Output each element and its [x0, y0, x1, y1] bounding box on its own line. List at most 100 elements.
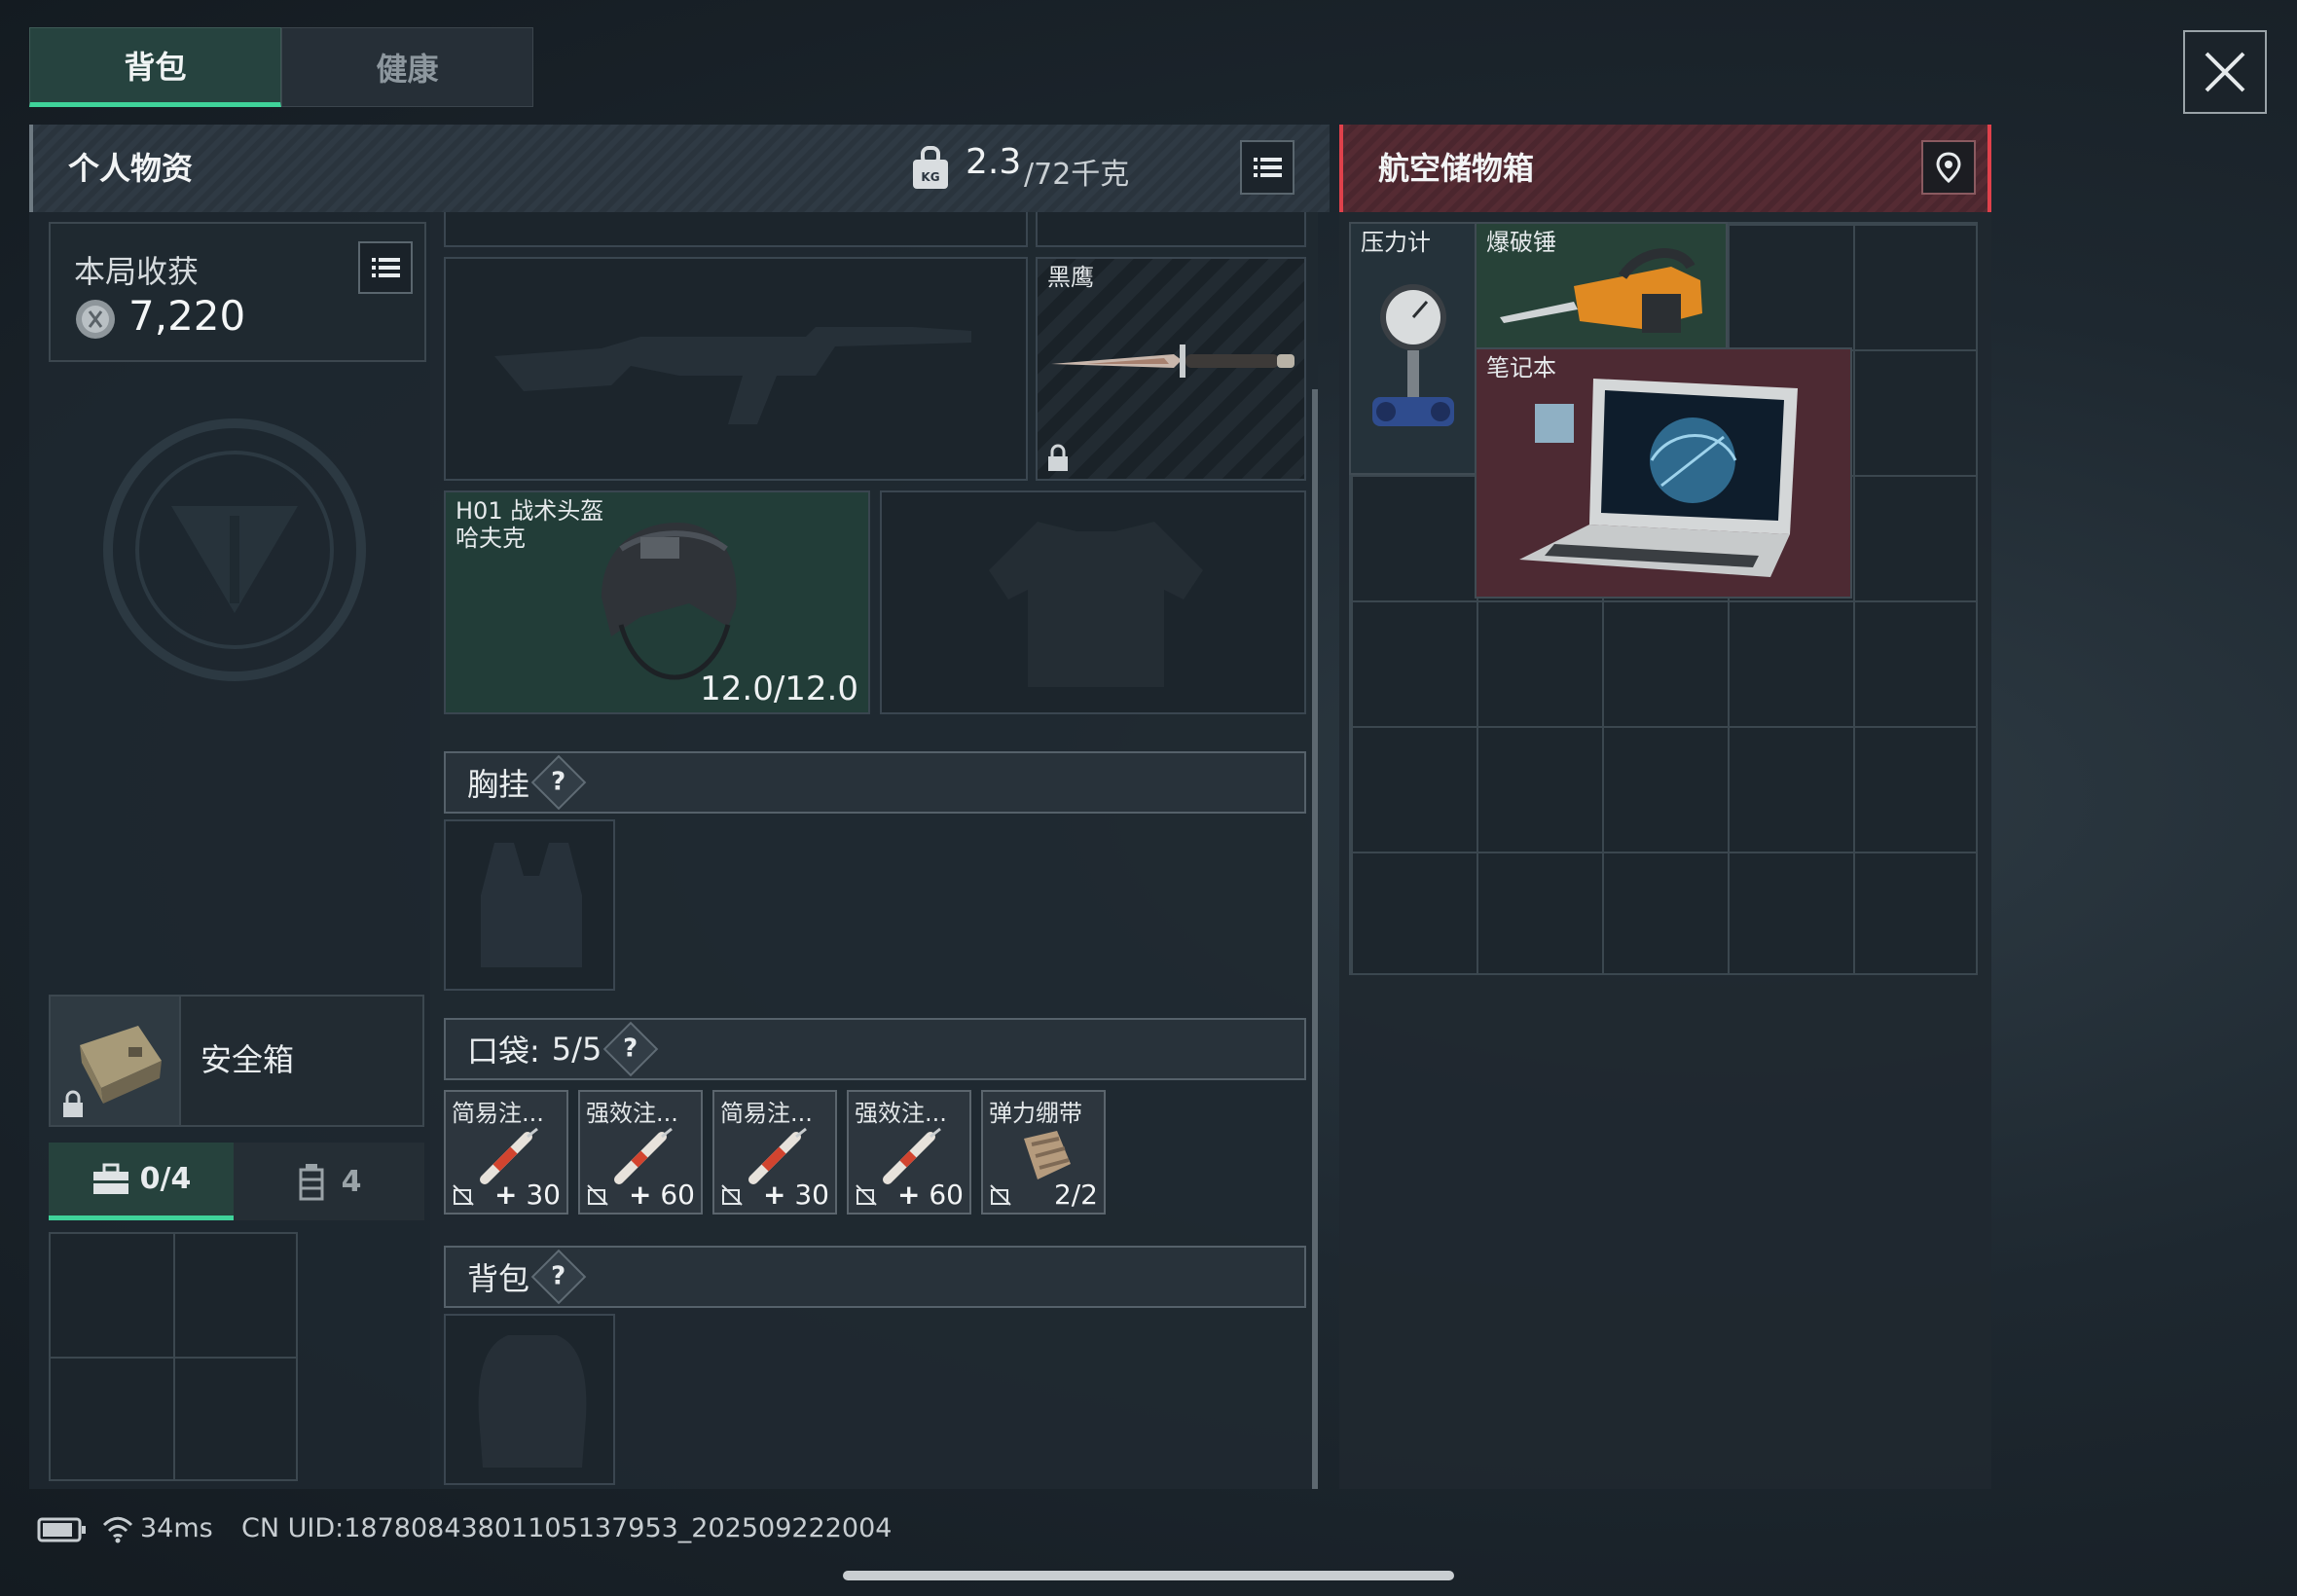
pocket-item-name: 简易注... [452, 1100, 544, 1127]
tab-health[interactable]: 健康 [281, 27, 533, 107]
close-icon [2205, 52, 2245, 92]
rifle-silhouette-icon [494, 327, 971, 424]
tab-backpack[interactable]: 背包 [29, 27, 281, 107]
no-pickup-icon [990, 1184, 1011, 1206]
syringe-icon [883, 1127, 941, 1184]
slot-backpack[interactable] [444, 1314, 615, 1485]
sort-list-button[interactable] [1240, 140, 1294, 195]
list-icon [1254, 158, 1282, 177]
briefcase-icon [92, 1163, 128, 1194]
battery-icon [37, 1517, 86, 1542]
backpack-label: 背包 [467, 1260, 530, 1297]
pocket-item-2[interactable]: 强效注... + 60 [578, 1090, 703, 1215]
pressure-gauge-icon [1372, 284, 1454, 426]
slot-chest-rig[interactable] [444, 819, 615, 991]
pocket-item-value: + 30 [762, 1179, 829, 1211]
lock-icon [1048, 444, 1068, 471]
slot-top-right[interactable] [1036, 212, 1306, 247]
syringe-icon [614, 1127, 673, 1184]
safebox-grid[interactable] [49, 1232, 298, 1481]
round-loot-label: 本局收获 [74, 253, 200, 290]
no-pickup-icon [721, 1184, 743, 1206]
melee-name: 黑鹰 [1047, 264, 1094, 291]
lock-icon [63, 1090, 83, 1117]
no-pickup-icon [856, 1184, 877, 1206]
backpack-silhouette-icon [478, 1335, 587, 1468]
pocket-item-5[interactable]: 弹力绷带 2/2 [981, 1090, 1106, 1215]
chest-rig-label: 胸挂 [467, 766, 530, 803]
slot-top-left[interactable] [444, 212, 1028, 247]
pocket-item-name: 弹力绷带 [989, 1100, 1082, 1127]
list-icon [372, 258, 400, 277]
pocket-help-button[interactable]: ? [603, 1021, 659, 1077]
wifi-icon [102, 1516, 133, 1543]
location-pin-icon [1936, 152, 1961, 184]
no-pickup-icon [587, 1184, 608, 1206]
tab-ammo-slots[interactable]: 4 [234, 1143, 424, 1220]
syringe-icon [480, 1127, 538, 1184]
personal-supplies-title: 个人物资 [68, 150, 194, 187]
round-loot-panel: 本局收获 7,220 [49, 222, 426, 362]
magazine-icon [299, 1164, 324, 1201]
chest-rig-help-button[interactable]: ? [530, 754, 587, 811]
locate-button[interactable] [1921, 140, 1976, 195]
pocket-item-3[interactable]: 简易注... + 30 [712, 1090, 837, 1215]
round-loot-value: 7,220 [128, 292, 246, 340]
slot-primary-weapon[interactable] [444, 257, 1028, 481]
weight-max: /72千克 [1024, 158, 1130, 192]
safebox-item[interactable] [51, 997, 181, 1125]
container-item-pressure-gauge[interactable]: 压力计 [1349, 222, 1477, 475]
faction-emblem-icon [103, 418, 366, 681]
pocket-item-value: + 60 [896, 1179, 964, 1211]
ping-value: 34ms [140, 1513, 213, 1543]
helmet-durability: 12.0/12.0 [700, 670, 858, 708]
pocket-label: 口袋: [467, 1033, 540, 1070]
pocket-count: 5/5 [551, 1031, 602, 1068]
close-button[interactable] [2183, 30, 2267, 114]
tab-safebox-slots[interactable]: 0/4 [49, 1143, 234, 1220]
pocket-item-name: 强效注... [586, 1100, 678, 1127]
personal-supplies-header: 个人物资 KG 2.3 /72千克 [29, 125, 1330, 212]
demolition-hammer-icon [1500, 248, 1702, 333]
armor-silhouette-icon [989, 522, 1203, 687]
laptop-icon [1519, 379, 1798, 577]
backpack-help-button[interactable]: ? [530, 1249, 587, 1305]
slot-melee[interactable]: 黑鹰 [1036, 257, 1306, 481]
air-storage-box-header: 航空储物箱 [1339, 125, 1991, 212]
pocket-item-value: + 60 [628, 1179, 695, 1211]
coin-icon [76, 300, 115, 339]
home-indicator[interactable] [843, 1571, 1454, 1580]
helmet-subname: 哈夫克 [456, 525, 526, 552]
pocket-item-value: 2/2 [1053, 1179, 1098, 1211]
pocket-item-name: 强效注... [855, 1100, 947, 1127]
syringe-icon [748, 1127, 807, 1184]
knife-icon [1051, 345, 1294, 378]
svg-text:KG: KG [921, 170, 939, 184]
help-icon: ? [551, 768, 566, 797]
slot-armor[interactable] [880, 490, 1306, 714]
safebox-slots-count: 0/4 [139, 1162, 192, 1196]
safebox-label: 安全箱 [201, 1041, 295, 1078]
container-item-laptop[interactable]: 笔记本 [1475, 347, 1852, 598]
loot-list-button[interactable] [358, 241, 413, 294]
uid-text: CN UID:18780843801105137953_202509222004 [241, 1513, 893, 1543]
pocket-item-4[interactable]: 强效注... + 60 [847, 1090, 971, 1215]
no-pickup-icon [453, 1184, 474, 1206]
ammo-slots-count: 4 [341, 1164, 362, 1199]
pocket-item-1[interactable]: 简易注... + 30 [444, 1090, 568, 1215]
help-icon: ? [623, 1034, 638, 1064]
kg-weight-icon: KG [913, 146, 948, 189]
help-icon: ? [551, 1262, 566, 1291]
pocket-item-value: + 30 [493, 1179, 561, 1211]
container-item-demolition-hammer[interactable]: 爆破锤 [1475, 222, 1728, 349]
slot-helmet[interactable]: H01 战术头盔 哈夫克 12.0/12.0 [444, 490, 870, 714]
chest-rig-silhouette-icon [481, 843, 582, 967]
weight-current: 2.3 [966, 142, 1022, 182]
item-name: 压力计 [1361, 229, 1431, 256]
pocket-item-name: 简易注... [720, 1100, 813, 1127]
safebox-row[interactable]: 安全箱 [49, 995, 424, 1127]
air-storage-box-title: 航空储物箱 [1378, 150, 1535, 187]
scrollbar[interactable] [1312, 389, 1318, 1489]
backpack-section: 背包 ? [444, 1246, 1306, 1308]
chest-rig-section: 胸挂 ? [444, 751, 1306, 814]
